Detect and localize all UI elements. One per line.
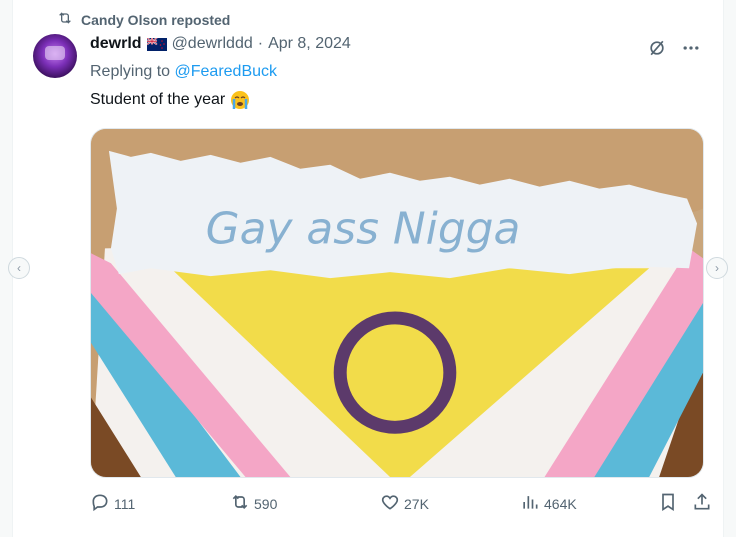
heart-icon <box>380 492 400 515</box>
replying-to: Replying to @FearedBuck <box>90 63 277 81</box>
repost-count: 590 <box>254 495 278 512</box>
bookmark-button[interactable] <box>658 492 678 515</box>
separator-dot: · <box>257 35 264 52</box>
repost-icon <box>57 10 73 29</box>
repost-button[interactable]: 590 <box>230 492 277 515</box>
grok-icon[interactable] <box>647 38 667 63</box>
replying-prefix: Replying to <box>90 63 171 80</box>
new-zealand-flag-icon <box>146 36 167 51</box>
display-name[interactable]: dewrld <box>90 35 142 53</box>
bookmark-icon <box>658 492 678 515</box>
tweet-image[interactable]: Gay ass Nigga <box>90 128 704 478</box>
reply-count: 111 <box>114 495 136 512</box>
repost-indicator: Candy Olson reposted <box>57 10 230 29</box>
tweet-card[interactable]: Candy Olson reposted dewrld @dewrlddd · … <box>12 0 724 537</box>
tweet-body: Student of the year <box>90 90 251 110</box>
top-right-icons <box>647 38 701 63</box>
views-button[interactable]: 464K <box>520 492 577 515</box>
views-icon <box>520 492 540 515</box>
more-options-icon[interactable] <box>681 38 701 63</box>
post-date[interactable]: Apr 8, 2024 <box>268 35 351 53</box>
replying-to-mention[interactable]: @FearedBuck <box>175 63 278 80</box>
action-bar: 111 590 27K 464K <box>90 492 716 520</box>
share-icon <box>692 492 712 515</box>
share-button[interactable] <box>692 492 712 515</box>
repost-icon <box>230 492 250 515</box>
tweet-header: dewrld @dewrlddd · Apr 8, 2024 <box>90 35 351 53</box>
tweet-text: Student of the year <box>90 91 226 108</box>
banner-text: Gay ass Nigga <box>206 203 521 254</box>
view-count: 464K <box>544 495 577 512</box>
reply-icon <box>90 492 110 515</box>
like-count: 27K <box>404 495 429 512</box>
previous-arrow-icon[interactable]: ‹ <box>8 257 30 279</box>
user-handle[interactable]: @dewrlddd <box>172 35 253 53</box>
next-arrow-icon[interactable]: › <box>706 257 728 279</box>
like-button[interactable]: 27K <box>380 492 429 515</box>
loudly-crying-face-icon <box>229 90 251 110</box>
avatar[interactable] <box>33 34 77 78</box>
repost-text[interactable]: Candy Olson reposted <box>81 12 230 28</box>
reply-button[interactable]: 111 <box>90 492 135 515</box>
